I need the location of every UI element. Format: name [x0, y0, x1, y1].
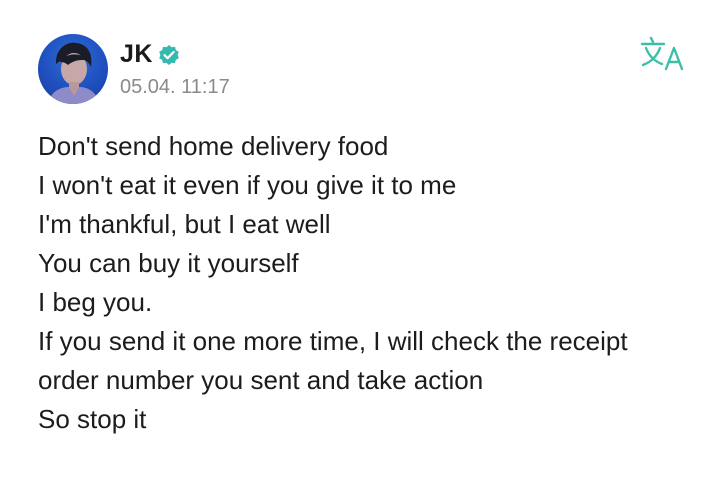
- author-meta: JK 05.04. 11:17: [120, 40, 230, 99]
- post-header: JK 05.04. 11:17: [38, 34, 230, 104]
- post-card: JK 05.04. 11:17 Don't send home delivery…: [0, 0, 720, 480]
- name-row: JK: [120, 40, 230, 70]
- avatar[interactable]: [38, 34, 108, 104]
- author-name[interactable]: JK: [120, 40, 153, 69]
- post-line: Don't send home delivery food: [38, 131, 389, 161]
- post-line: I won't eat it even if you give it to me: [38, 170, 457, 200]
- translate-button[interactable]: [640, 36, 686, 72]
- post-body: Don't send home delivery food I won't ea…: [38, 127, 698, 439]
- avatar-image: [48, 42, 99, 104]
- post-line: So stop it: [38, 404, 147, 434]
- verified-badge-icon: [158, 44, 180, 66]
- post-line: I beg you.: [38, 287, 153, 317]
- post-line: I'm thankful, but I eat well: [38, 209, 331, 239]
- post-line: You can buy it yourself: [38, 248, 299, 278]
- translate-icon: [640, 36, 684, 71]
- post-timestamp: 05.04. 11:17: [120, 75, 230, 98]
- post-line: If you send it one more time, I will che…: [38, 326, 628, 356]
- post-line: order number you sent and take action: [38, 365, 484, 395]
